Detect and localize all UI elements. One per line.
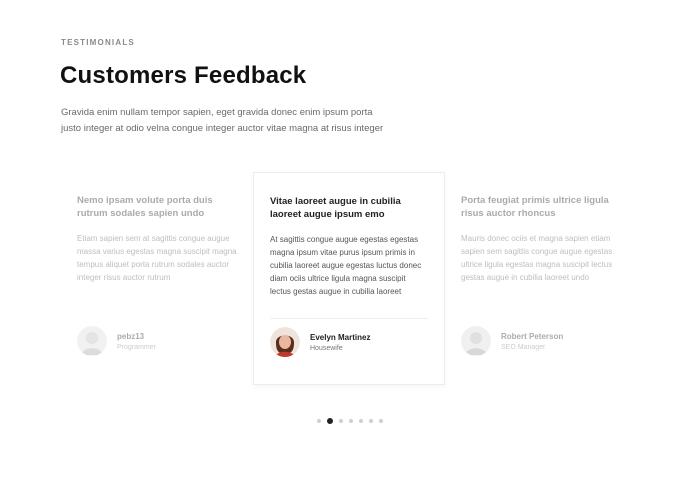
pagination-dot[interactable] [349,419,353,423]
pagination-dot[interactable] [327,418,333,424]
section-subtitle: Gravida enim nullam tempor sapien, eget … [61,107,384,134]
section-eyebrow: TESTIMONIALS [61,38,135,47]
testimonials-carousel[interactable]: Nemo ipsam volute porta duis rutrum soda… [0,172,700,392]
carousel-pagination [0,417,700,425]
author-role: SEO Manager [501,343,546,351]
user-avatar-icon [461,326,491,356]
pagination-dot[interactable] [379,419,383,423]
pagination-dot[interactable] [317,419,321,423]
user-avatar-icon [77,326,107,356]
testimonial-author: pebz13 Programmer [77,318,237,364]
pagination-dot[interactable] [369,419,373,423]
pagination-dot[interactable] [359,419,363,423]
testimonial-heading: Porta feugiat primis ultrice ligula risu… [461,195,609,219]
testimonial-author: Robert Peterson SEO Manager [461,318,621,364]
testimonial-body: Mauris donec ociis et magna sapien etiam… [461,234,613,282]
testimonial-card[interactable]: Nemo ipsam volute porta duis rutrum soda… [61,172,253,385]
testimonial-body: At sagittis congue augue egestas egestas… [270,235,422,296]
user-avatar-icon [270,327,300,357]
testimonial-body: Etiam sapien sem at sagittis congue augu… [77,234,237,282]
section-title: Customers Feedback [60,62,307,89]
testimonial-card-active[interactable]: Vitae laoreet augue in cubilia laoreet a… [253,172,445,385]
testimonial-card[interactable]: Porta feugiat primis ultrice ligula risu… [445,172,637,385]
author-name: Robert Peterson [501,331,564,341]
author-role: Programmer [117,343,156,351]
author-name: Evelyn Martinez [310,332,371,342]
testimonial-heading: Vitae laoreet augue in cubilia laoreet a… [270,196,401,220]
pagination-dot[interactable] [339,419,343,423]
testimonial-author: Evelyn Martinez Housewife [270,319,428,365]
author-role: Housewife [310,344,343,352]
author-name: pebz13 [117,331,145,341]
testimonial-heading: Nemo ipsam volute porta duis rutrum soda… [77,195,213,219]
